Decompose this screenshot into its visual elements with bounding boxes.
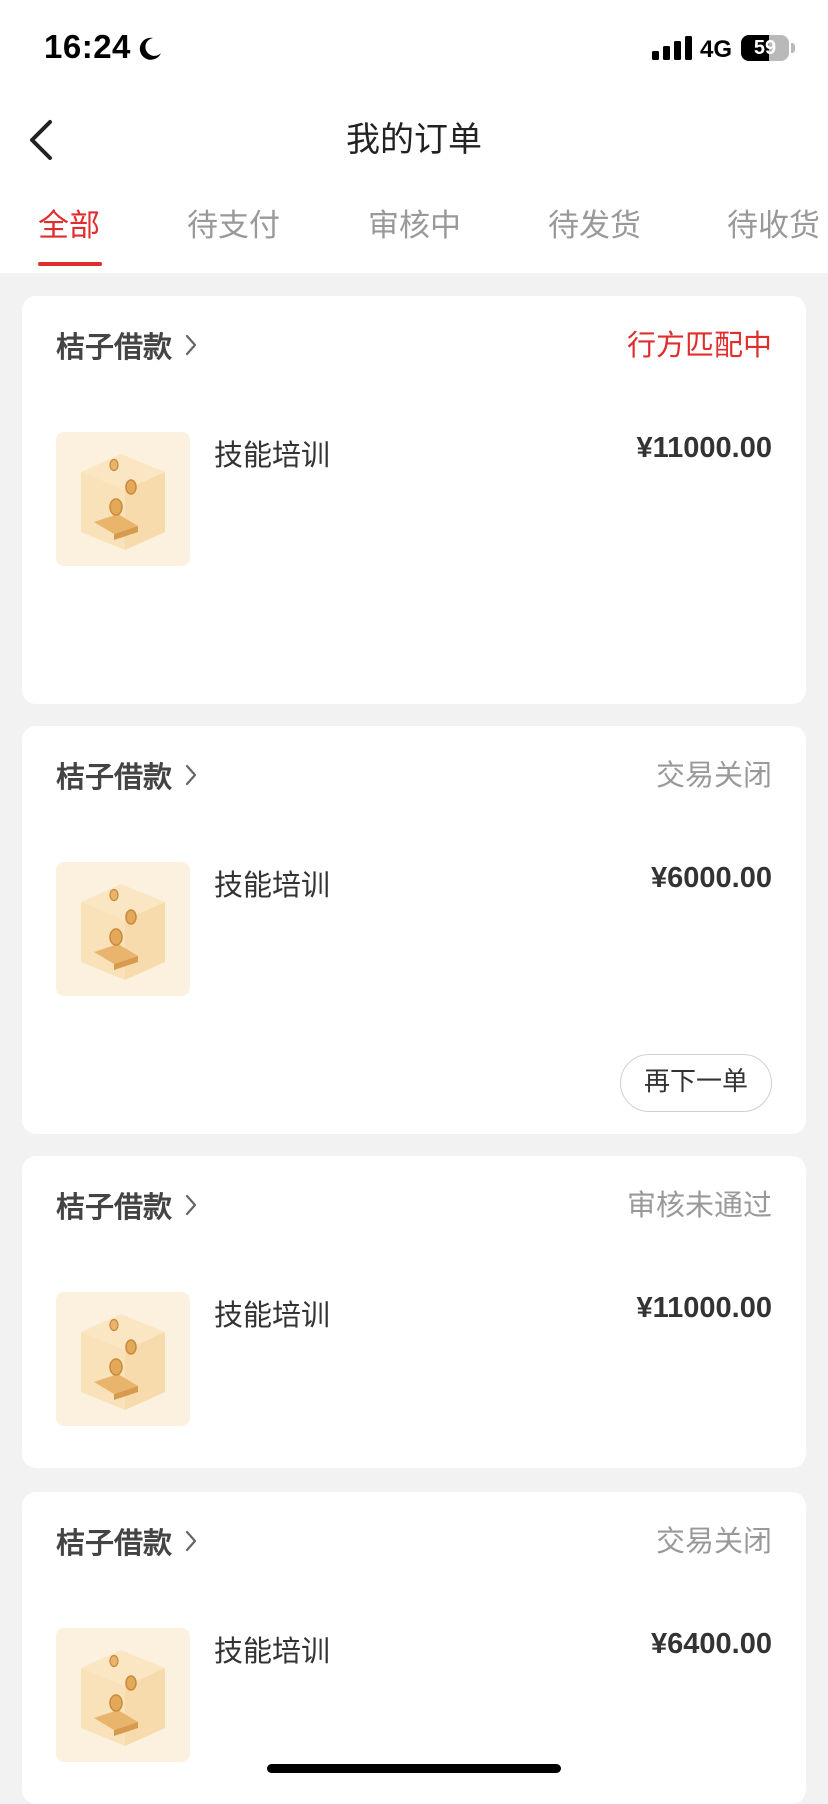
- shop-link[interactable]: 桔子借款: [56, 324, 198, 366]
- chevron-right-icon: [185, 1194, 197, 1216]
- chevron-right-icon: [185, 334, 197, 356]
- shop-name: 桔子借款: [56, 1526, 173, 1560]
- item-name: 技能培训: [214, 868, 331, 902]
- product-thumbnail: [56, 432, 190, 566]
- order-card[interactable]: 桔子借款 行方匹配中 技能培训 ¥11000.00: [22, 296, 806, 704]
- item-price: ¥6000.00: [651, 862, 772, 894]
- item-price: ¥6400.00: [651, 1628, 772, 1660]
- battery-cap: [791, 43, 795, 53]
- tab-all[interactable]: 全部: [38, 200, 100, 245]
- order-card[interactable]: 桔子借款 交易关闭 技能培训 ¥6400.00: [22, 1492, 806, 1804]
- coin-box-image: [81, 454, 165, 550]
- coin-box-image: [81, 884, 165, 980]
- back-icon[interactable]: [22, 112, 62, 168]
- coin-box-image: [81, 1314, 165, 1410]
- shop-name: 桔子借款: [56, 330, 173, 364]
- signal-icon: [652, 36, 692, 60]
- header-area: 16:24 4G 59 我的订单 全部 待支付 审核中 待发货 待收货: [0, 0, 828, 273]
- order-status: 交易关闭: [655, 758, 772, 792]
- order-status: 审核未通过: [626, 1188, 772, 1222]
- tab-pending-payment[interactable]: 待支付: [187, 200, 280, 245]
- tab-pending-receipt[interactable]: 待收货: [727, 200, 820, 245]
- order-status: 交易关闭: [655, 1524, 772, 1558]
- home-indicator[interactable]: [267, 1764, 561, 1773]
- chevron-right-icon: [185, 1530, 197, 1552]
- item-name: 技能培训: [214, 1634, 331, 1668]
- active-tab-indicator: [38, 262, 102, 266]
- item-price: ¥11000.00: [636, 1292, 772, 1324]
- shop-link[interactable]: 桔子借款: [56, 1184, 198, 1226]
- product-thumbnail: [56, 1292, 190, 1426]
- item-name: 技能培训: [214, 1298, 331, 1332]
- product-thumbnail: [56, 862, 190, 996]
- coin-box-image: [81, 1650, 165, 1746]
- item-price: ¥11000.00: [636, 432, 772, 464]
- status-time: 16:24: [44, 28, 131, 65]
- shop-name: 桔子借款: [56, 760, 173, 794]
- tab-under-review[interactable]: 审核中: [368, 200, 461, 245]
- item-name: 技能培训: [214, 438, 331, 472]
- network-type: 4G: [700, 36, 733, 63]
- order-card[interactable]: 桔子借款 审核未通过 技能培训 ¥11000.00: [22, 1156, 806, 1468]
- moon-icon: [139, 37, 161, 60]
- product-thumbnail: [56, 1628, 190, 1762]
- shop-name: 桔子借款: [56, 1190, 173, 1224]
- battery-icon: 59: [741, 35, 789, 61]
- battery-percent: 59: [753, 37, 777, 59]
- shop-link[interactable]: 桔子借款: [56, 1520, 198, 1562]
- order-card[interactable]: 桔子借款 交易关闭 技能培训 ¥6000.00 再下一单: [22, 726, 806, 1134]
- order-status: 行方匹配中: [626, 328, 772, 362]
- reorder-button[interactable]: 再下一单: [620, 1054, 772, 1112]
- tab-pending-shipment[interactable]: 待发货: [548, 200, 641, 245]
- chevron-right-icon: [185, 764, 197, 786]
- page-title: 我的订单: [346, 120, 482, 160]
- shop-link[interactable]: 桔子借款: [56, 754, 198, 796]
